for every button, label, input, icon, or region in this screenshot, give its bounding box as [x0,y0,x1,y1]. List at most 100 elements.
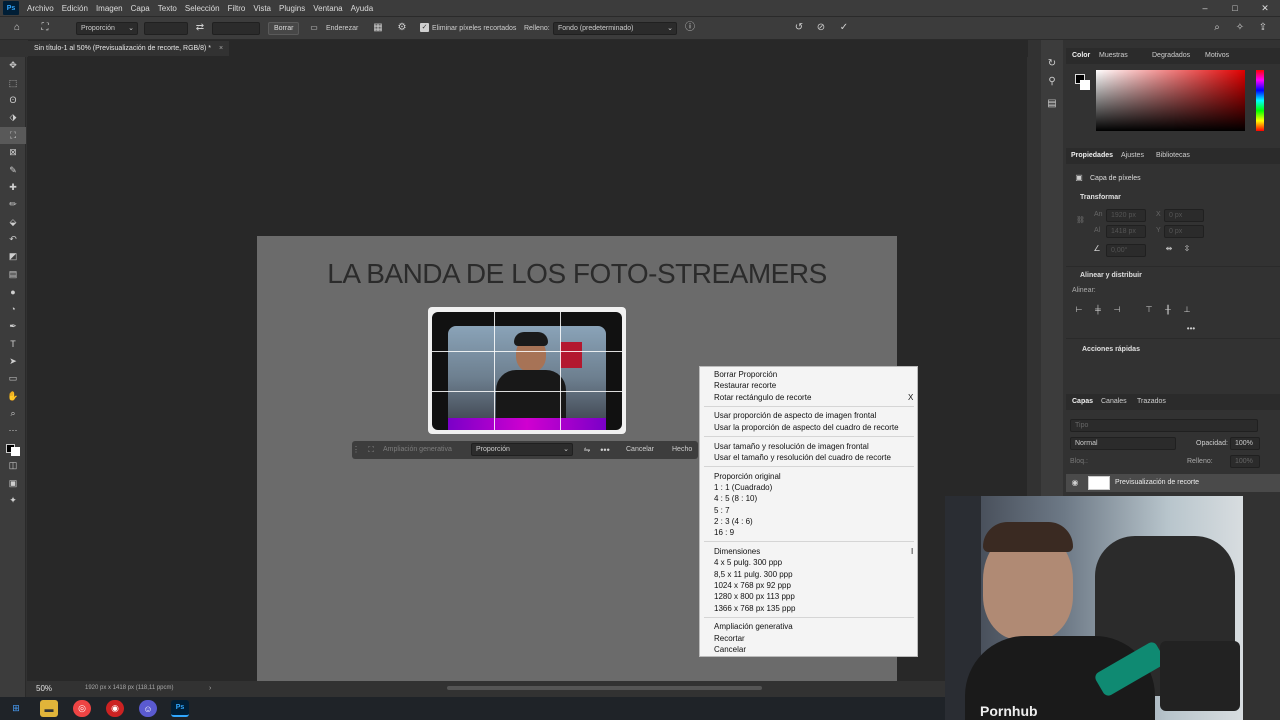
quick-mask-icon[interactable]: ◫ [0,457,26,474]
align-right-icon[interactable]: ⊣ [1112,304,1122,316]
rectangle-tool-icon[interactable]: ▭ [0,370,26,387]
zoom-tool-icon[interactable]: ⌕ [0,405,26,422]
menu-item-crop-box-size[interactable]: Usar el tamaño y resolución del cuadro d… [714,452,891,463]
menu-item-front-image-ratio[interactable]: Usar proporción de aspecto de imagen fro… [714,410,876,421]
tab-channels[interactable]: Canales [1101,398,1127,405]
path-select-icon[interactable]: ➤ [0,353,26,370]
y-field[interactable]: 0 px [1164,225,1204,238]
discord-icon[interactable]: ☺ [139,700,157,717]
swap-icon[interactable]: ⇄ [193,22,207,34]
dodge-tool-icon[interactable]: ◔ [0,300,26,317]
menu-texto[interactable]: Texto [154,4,181,13]
document-tab[interactable]: Sin título-1 al 50% (Previsualización de… [28,41,230,56]
ratio-width-input[interactable] [144,22,188,35]
more-tools-icon[interactable]: ⋯ [0,422,26,439]
menu-ayuda[interactable]: Ayuda [347,4,378,13]
menu-seleccion[interactable]: Selección [181,4,224,13]
brush-tool-icon[interactable]: ✏ [0,196,26,213]
menu-item-dim-1024[interactable]: 1024 x 768 px 92 ppp [714,580,791,591]
menu-ventana[interactable]: Ventana [309,4,346,13]
status-arrow[interactable]: › [209,682,211,695]
align-section[interactable]: Alinear y distribuir [1080,272,1142,279]
transform-section[interactable]: Transformar [1080,194,1121,201]
menu-capa[interactable]: Capa [127,4,154,13]
align-hcenter-icon[interactable]: ╪ [1093,304,1103,316]
menu-item-original-ratio[interactable]: Proporción original [714,471,781,482]
quick-actions-section[interactable]: Acciones rápidas [1082,346,1140,353]
tab-adjustments[interactable]: Ajustes [1121,152,1144,159]
hue-slider[interactable] [1256,70,1264,131]
home-icon[interactable]: ⌂ [10,22,24,34]
align-left-icon[interactable]: ⊢ [1074,304,1084,316]
windows-start-icon[interactable]: ⊞ [7,700,25,717]
menu-item-clear-ratio[interactable]: Borrar Proporción [714,369,777,380]
lightbulb-icon[interactable]: ✧ [1233,22,1247,34]
crop-tool-active-icon[interactable]: ⛶ [0,126,26,144]
move-tool-icon[interactable]: ✥ [0,57,26,74]
type-tool-icon[interactable]: T [0,335,26,352]
task-done-button[interactable]: Hecho [672,443,692,456]
menu-item-crop-box-ratio[interactable]: Usar la proporción de aspecto del cuadro… [714,422,899,433]
zoom-level[interactable]: 50% [36,682,52,695]
marquee-tool-icon[interactable]: ⬚ [0,74,26,91]
blend-mode-select[interactable]: Normal [1070,437,1176,450]
menu-imagen[interactable]: Imagen [92,4,127,13]
maximize-icon[interactable]: □ [1220,0,1250,16]
history-icon[interactable]: ↻ [1045,58,1059,70]
tab-patterns[interactable]: Motivos [1205,52,1229,59]
brush-settings-icon[interactable]: ⚲ [1045,76,1059,88]
chrome-icon[interactable]: ◎ [73,700,91,717]
drag-handle-icon[interactable]: ⋮ [352,444,360,456]
tab-gradients[interactable]: Degradados [1152,52,1190,59]
fill-select[interactable]: Fondo (predeterminado) ⌄ [553,22,677,35]
generative-expand-label[interactable]: Ampliación generativa [383,443,452,456]
background-swatch[interactable] [1080,80,1090,90]
menu-item-rotate-crop[interactable]: Rotar rectángulo de recorte [714,392,811,403]
angle-field[interactable]: 0,00° [1106,244,1146,257]
tab-properties[interactable]: Propiedades [1071,152,1113,159]
menu-item-dim-1280[interactable]: 1280 x 800 px 113 ppp [714,591,795,602]
menu-item-ratio-2-3[interactable]: 2 : 3 (4 : 6) [714,516,753,527]
ai-generate-icon[interactable]: ✦ [0,492,26,509]
eraser-icon[interactable]: ◩ [0,248,26,265]
grid-overlay-icon[interactable]: ▦ [371,22,385,34]
layer-row[interactable]: ◉ Previsualización de recorte [1066,474,1280,492]
menu-item-reset-crop[interactable]: Restaurar recorte [714,380,776,391]
lasso-tool-icon[interactable]: ʘ [0,92,26,109]
menu-item-dim-letter[interactable]: 8,5 x 11 pulg. 300 ppp [714,569,793,580]
task-cancel-button[interactable]: Cancelar [626,443,654,456]
healing-brush-icon[interactable]: ✚ [0,179,26,196]
width-field[interactable]: 1920 px [1106,209,1146,222]
fill-opacity-field[interactable]: 100% [1230,455,1260,468]
layer-name[interactable]: Previsualización de recorte [1115,476,1199,489]
crop-tool-icon[interactable]: ⛶ [38,22,52,34]
x-field[interactable]: 0 px [1164,209,1204,222]
clear-button[interactable]: Borrar [268,22,300,35]
color-field[interactable] [1096,70,1245,131]
menu-archivo[interactable]: Archivo [23,4,58,13]
align-bottom-icon[interactable]: ⊥ [1182,304,1192,316]
delete-cropped-checkbox[interactable]: ✓ [420,23,429,32]
menu-edicion[interactable]: Edición [58,4,92,13]
blur-tool-icon[interactable]: ● [0,283,26,300]
horizontal-scrollbar[interactable] [447,686,762,690]
history-brush-icon[interactable]: ↶ [0,231,26,248]
ratio-select[interactable]: Proporción ⌄ [76,22,138,35]
menu-item-dimensions[interactable]: Dimensiones [714,546,760,557]
gear-icon[interactable]: ⚙ [395,22,409,34]
comments-icon[interactable]: ▤ [1045,98,1059,110]
pen-tool-icon[interactable]: ✒ [0,318,26,335]
align-vcenter-icon[interactable]: ╫ [1163,304,1173,316]
minimize-icon[interactable]: – [1190,0,1220,16]
visibility-eye-icon[interactable]: ◉ [1070,477,1080,489]
menu-item-cancel[interactable]: Cancelar [714,644,746,655]
photoshop-taskbar-icon[interactable]: Ps [171,700,189,717]
menu-item-dim-1366[interactable]: 1366 x 768 px 135 ppp [714,603,795,614]
reset-icon[interactable]: ↺ [792,22,806,34]
commit-check-icon[interactable]: ✓ [837,22,851,34]
cancel-icon[interactable]: ⊘ [814,22,828,34]
eyedropper-icon[interactable]: ✎ [0,161,26,178]
tab-libraries[interactable]: Bibliotecas [1156,152,1190,159]
stamp-tool-icon[interactable]: ⬙ [0,214,26,231]
generative-expand-icon[interactable]: ⛶ [366,444,376,456]
